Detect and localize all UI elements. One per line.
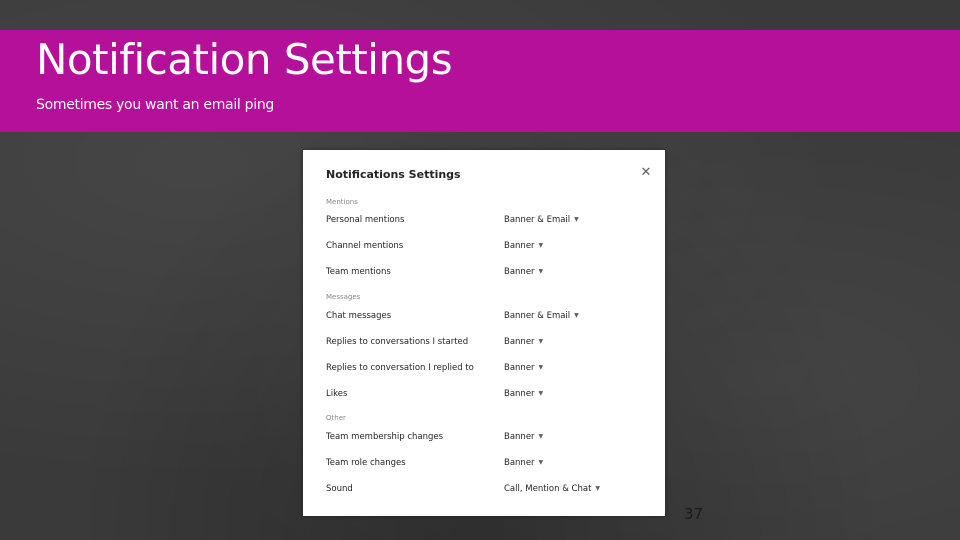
dropdown-value: Banner: [504, 363, 535, 373]
chevron-down-icon: ▼: [538, 459, 544, 466]
dialog-title: Notifications Settings: [326, 168, 461, 181]
setting-dropdown[interactable]: Banner & Email ▼: [504, 311, 579, 321]
slide-title: Notification Settings: [36, 35, 453, 84]
notifications-settings-dialog: Notifications Settings ✕ Mentions Person…: [303, 150, 665, 516]
dropdown-value: Call, Mention & Chat: [504, 484, 592, 494]
dropdown-value: Banner: [504, 337, 535, 347]
chevron-down-icon: ▼: [538, 338, 544, 345]
chevron-down-icon: ▼: [538, 268, 544, 275]
section-label-mentions: Mentions: [326, 198, 358, 206]
dropdown-value: Banner: [504, 241, 535, 251]
setting-label: Team membership changes: [326, 432, 444, 442]
chevron-down-icon: ▼: [538, 390, 544, 397]
setting-dropdown[interactable]: Banner ▼: [504, 363, 543, 373]
setting-dropdown[interactable]: Banner ▼: [504, 458, 543, 468]
setting-label: Sound: [326, 484, 353, 494]
setting-dropdown[interactable]: Banner ▼: [504, 389, 543, 399]
setting-label: Replies to conversations I started: [326, 337, 469, 347]
slide-subtitle: Sometimes you want an email ping: [36, 97, 274, 113]
setting-label: Team mentions: [326, 267, 391, 277]
setting-label: Team role changes: [326, 458, 406, 468]
setting-dropdown[interactable]: Banner ▼: [504, 337, 543, 347]
setting-label: Replies to conversation I replied to: [326, 363, 474, 373]
dropdown-value: Banner & Email: [504, 311, 571, 321]
setting-dropdown[interactable]: Banner ▼: [504, 267, 543, 277]
setting-dropdown[interactable]: Banner ▼: [504, 241, 543, 251]
setting-dropdown[interactable]: Banner ▼: [504, 432, 543, 442]
page-number: 37: [684, 505, 704, 523]
dropdown-value: Banner: [504, 389, 535, 399]
setting-label: Chat messages: [326, 311, 392, 321]
setting-dropdown[interactable]: Banner & Email ▼: [504, 215, 579, 225]
chevron-down-icon: ▼: [574, 312, 579, 319]
setting-label: Personal mentions: [326, 215, 405, 225]
dropdown-value: Banner: [504, 432, 535, 442]
dropdown-value: Banner: [504, 458, 535, 468]
section-label-messages: Messages: [326, 293, 361, 301]
dropdown-value: Banner & Email: [504, 215, 571, 225]
setting-label: Channel mentions: [326, 241, 404, 251]
section-label-other: Other: [326, 414, 346, 422]
dropdown-value: Banner: [504, 267, 535, 277]
chevron-down-icon: ▼: [538, 242, 544, 249]
chevron-down-icon: ▼: [574, 216, 579, 223]
chevron-down-icon: ▼: [538, 433, 544, 440]
setting-dropdown[interactable]: Call, Mention & Chat ▼: [504, 484, 600, 494]
close-icon[interactable]: ✕: [639, 166, 653, 180]
chevron-down-icon: ▼: [538, 364, 544, 371]
title-banner: Notification Settings Sometimes you want…: [0, 30, 960, 132]
chevron-down-icon: ▼: [595, 485, 601, 492]
setting-label: Likes: [326, 389, 348, 399]
